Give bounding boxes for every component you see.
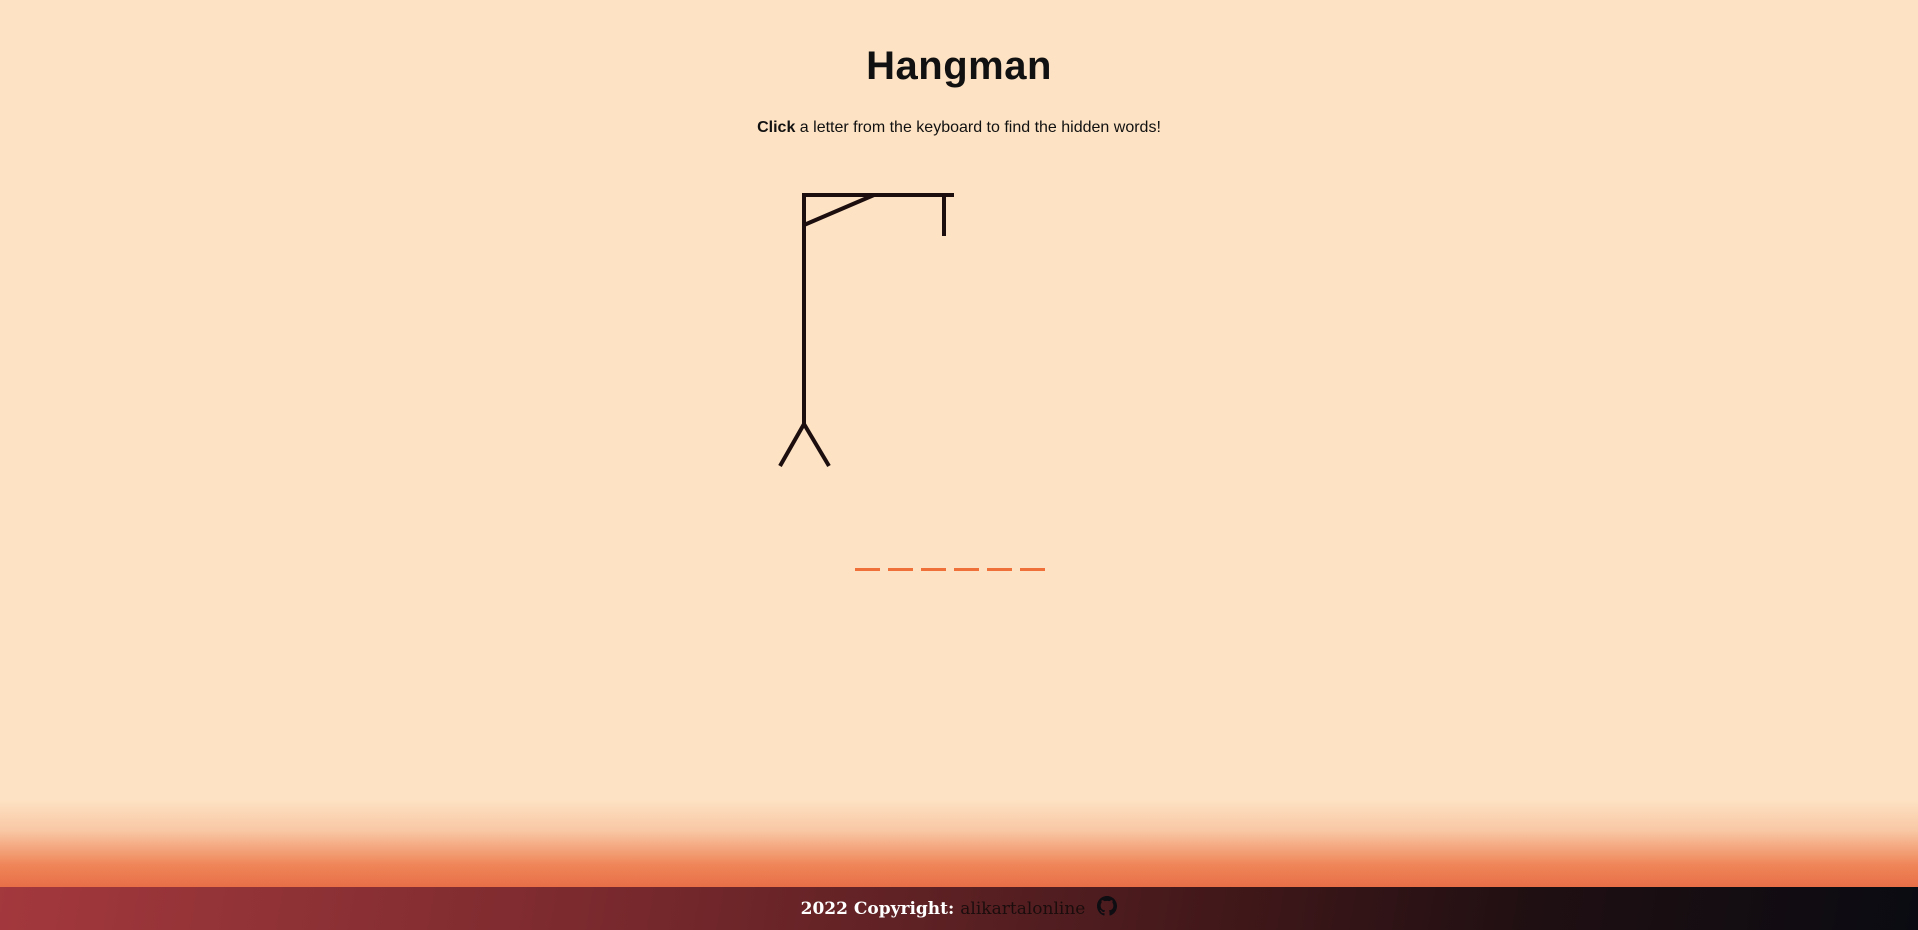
hidden-word xyxy=(855,551,1060,571)
gallows-base-left xyxy=(778,423,806,467)
gallows-brace xyxy=(803,193,875,227)
copyright-text: 2022 Copyright: xyxy=(800,898,955,919)
github-link[interactable] xyxy=(1091,896,1118,921)
letter-slot xyxy=(888,551,913,571)
letter-slot xyxy=(921,551,946,571)
author-link[interactable]: alikartalonline xyxy=(960,899,1085,919)
github-icon xyxy=(1097,896,1118,916)
letter-slot xyxy=(1020,551,1045,571)
gallows-base-right xyxy=(802,422,831,468)
letter-slot xyxy=(855,551,880,571)
hangman-gallows xyxy=(778,193,954,468)
letter-slot xyxy=(987,551,1012,571)
letter-slot xyxy=(954,551,979,571)
footer-glow xyxy=(0,800,1918,887)
footer: 2022 Copyright: alikartalonline xyxy=(0,887,1918,930)
